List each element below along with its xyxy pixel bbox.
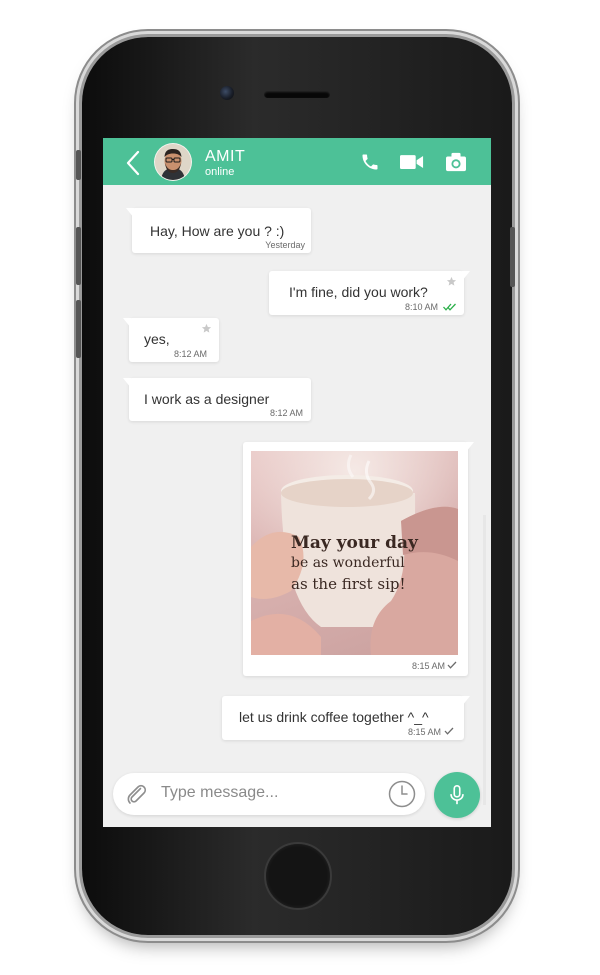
paperclip-icon[interactable]: [124, 782, 148, 806]
message-input[interactable]: Type message...: [113, 773, 425, 815]
message-time: 8:12 AM: [269, 408, 303, 418]
volume-up-button: [76, 227, 81, 285]
silent-switch: [76, 150, 81, 180]
message-time: 8:15 AM: [411, 661, 445, 671]
message-text: I'm fine, did you work?: [289, 284, 428, 300]
message-bubble-incoming[interactable]: yes, 8:12 AM: [123, 318, 219, 362]
image-message[interactable]: May your day be as wonderful as the firs…: [243, 442, 474, 676]
bubble-tail: [126, 208, 134, 218]
avatar[interactable]: [154, 143, 192, 181]
message-bubble-outgoing[interactable]: let us drink coffee together ^_^ 8:15 AM: [222, 696, 470, 740]
volume-down-button: [76, 300, 81, 358]
double-check-icon: [443, 303, 456, 311]
bubble-tail: [462, 696, 470, 706]
message-list[interactable]: Hay, How are you ? :) Yesterday I'm fine…: [103, 185, 491, 805]
home-button[interactable]: [264, 842, 332, 910]
star-icon: [446, 276, 457, 286]
message-bubble-outgoing[interactable]: I'm fine, did you work? 8:10 AM: [269, 271, 470, 315]
bubble-tail: [123, 318, 131, 328]
message-text: Hay, How are you ? :): [150, 223, 285, 239]
message-text: let us drink coffee together ^_^: [239, 709, 429, 725]
coffee-photo[interactable]: May your day be as wonderful as the firs…: [251, 451, 458, 655]
photo-caption-line: May your day: [291, 533, 418, 553]
message-bubble-incoming[interactable]: Hay, How are you ? :) Yesterday: [126, 208, 311, 253]
video-camera-icon[interactable]: [400, 154, 424, 171]
photo-caption-line: as the first sip!: [291, 575, 406, 593]
scrollbar-track[interactable]: [483, 515, 486, 805]
bubble-tail: [462, 271, 470, 281]
message-time: Yesterday: [265, 240, 305, 250]
photo-caption: May your day be as wonderful as the firs…: [251, 451, 458, 655]
earpiece-speaker: [264, 91, 330, 98]
chat-header: AMIT online: [103, 138, 491, 185]
contact-status: online: [205, 166, 235, 178]
contact-name[interactable]: AMIT: [205, 148, 245, 166]
front-camera: [220, 86, 234, 100]
message-time: 8:15 AM: [407, 727, 441, 737]
check-icon: [444, 727, 454, 735]
message-text: yes,: [144, 331, 170, 347]
microphone-button[interactable]: [434, 772, 480, 818]
power-button: [510, 227, 515, 287]
message-placeholder[interactable]: Type message...: [161, 784, 278, 802]
message-bubble-incoming[interactable]: I work as a designer 8:12 AM: [123, 378, 311, 421]
bubble-tail: [466, 442, 474, 452]
star-icon: [201, 323, 212, 333]
message-text: I work as a designer: [144, 391, 270, 407]
photo-caption-line: be as wonderful: [291, 555, 405, 571]
phone-icon[interactable]: [360, 152, 380, 172]
message-time: 8:10 AM: [404, 302, 438, 312]
clock-icon[interactable]: [388, 780, 416, 808]
chevron-left-icon[interactable]: [125, 150, 141, 176]
chat-screen: AMIT online Hay, How are you ? :) Yester…: [103, 138, 491, 827]
message-time: 8:12 AM: [173, 349, 207, 359]
bubble-tail: [123, 378, 131, 388]
check-icon: [447, 661, 457, 669]
avatar-photo: [155, 144, 191, 180]
microphone-icon: [450, 785, 464, 805]
camera-icon[interactable]: [445, 152, 467, 172]
